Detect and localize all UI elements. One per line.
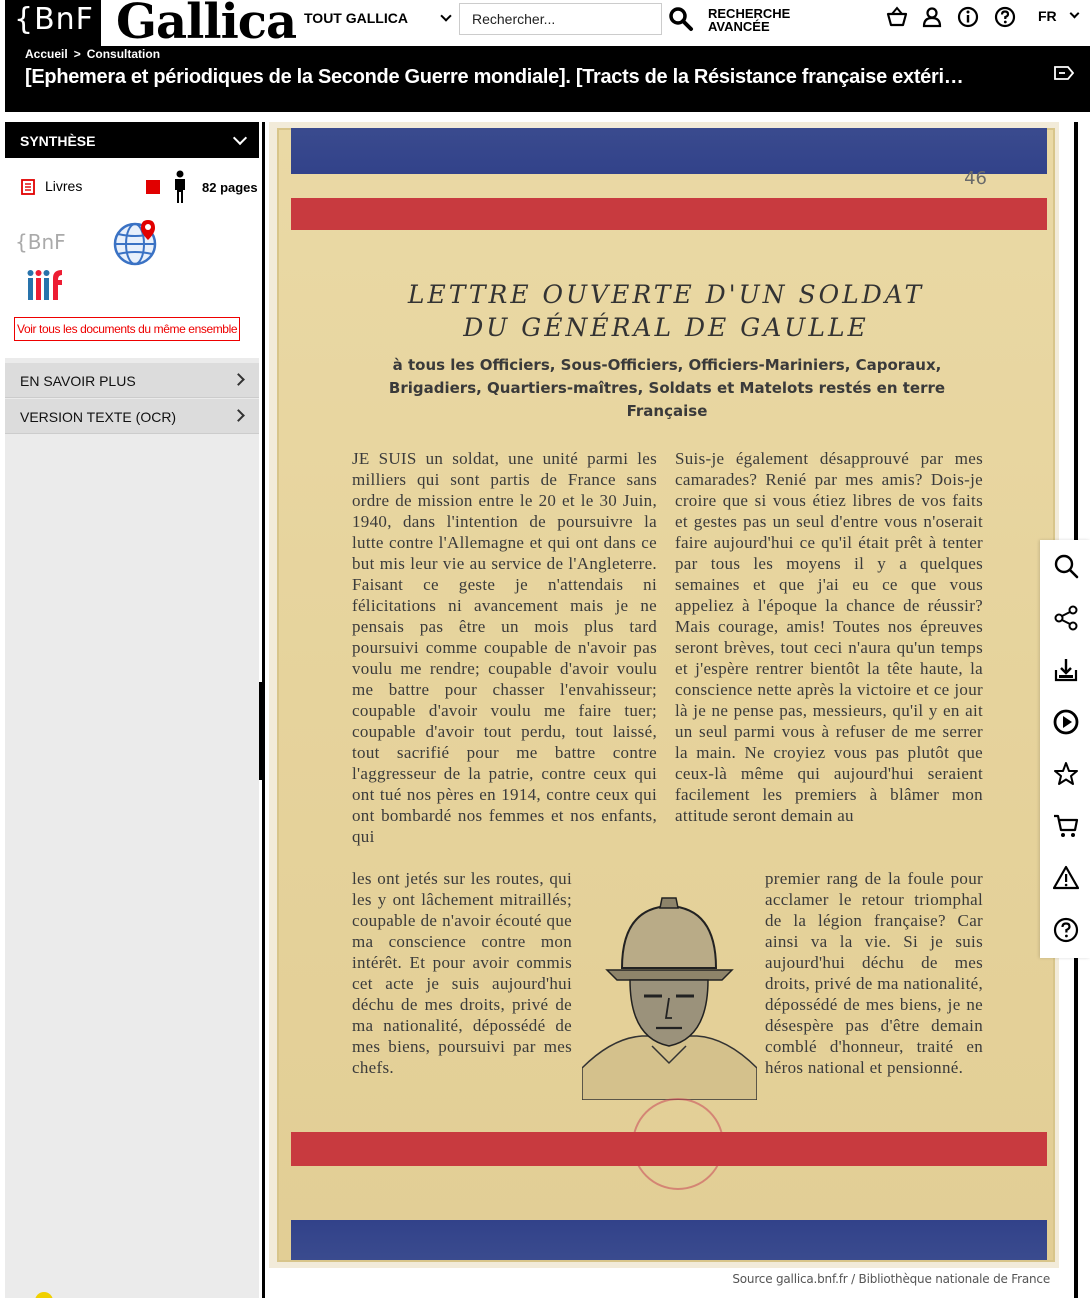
search-icon[interactable] — [1053, 553, 1079, 579]
page-image[interactable]: 46 LETTRE OUVERTE D'UN SOLDAT DU GÉNÉRAL… — [269, 122, 1059, 1268]
bnf-logo[interactable]: {BnF — [5, 0, 101, 46]
breadcrumb-home[interactable]: Accueil — [25, 47, 68, 61]
version-texte-label: VERSION TEXTE (OCR) — [20, 409, 177, 425]
help-icon[interactable] — [1053, 917, 1079, 943]
pencil-mark: 46 — [964, 168, 987, 189]
left-panel: SYNTHÈSE Livres 82 pages {BnF Voir tous … — [5, 122, 259, 1298]
tract-heading-line1: LETTRE OUVERTE D'UN SOLDAT — [407, 280, 925, 309]
star-icon[interactable] — [1053, 761, 1079, 787]
info-icon[interactable] — [957, 6, 979, 28]
synthese-header[interactable]: SYNTHÈSE — [5, 122, 259, 158]
breadcrumb-separator: > — [73, 47, 81, 61]
title-band: Accueil > Consultation [Ephemera et périod… — [5, 46, 1090, 112]
breadcrumb-current: Consultation — [86, 47, 161, 61]
chevron-down-icon — [1069, 8, 1080, 19]
blue-stripe-bottom — [291, 1220, 1047, 1260]
blue-stripe-top — [291, 128, 1047, 174]
document-viewer[interactable]: 46 LETTRE OUVERTE D'UN SOLDAT DU GÉNÉRAL… — [262, 122, 1078, 1298]
tract-subheading: à tous les Officiers, Sous-Officiers, Of… — [388, 356, 946, 420]
gallica-logo[interactable]: Gallica — [116, 0, 297, 50]
red-stripe-bottom — [291, 1132, 1047, 1166]
user-icon[interactable] — [921, 6, 943, 28]
advanced-search-link[interactable]: RECHERCHE AVANCÉE — [708, 7, 798, 33]
document-title: [Ephemera et périodiques de la Seconde G… — [25, 66, 964, 88]
version-texte-section[interactable]: VERSION TEXTE (OCR) — [5, 399, 259, 434]
scope-select[interactable]: TOUT GALLICA — [304, 10, 454, 32]
cart-icon[interactable] — [1053, 813, 1079, 839]
chevron-down-icon — [440, 10, 452, 22]
chevron-down-icon — [232, 130, 248, 146]
en-savoir-plus-section[interactable]: EN SAVOIR PLUS — [5, 363, 259, 398]
bnf-partner-logo: {BnF — [15, 230, 66, 254]
access-status-icon — [146, 180, 160, 194]
source-caption: Source gallica.bnf.fr / Bibliothèque nat… — [732, 1272, 1050, 1286]
same-set-link[interactable]: Voir tous les documents du même ensemble — [14, 317, 241, 341]
search-icon[interactable] — [668, 6, 694, 32]
advanced-search-line2: AVANCÉE — [708, 19, 770, 34]
tract-heading-line2: DU GÉNÉRAL DE GAULLE — [463, 313, 869, 342]
tract-column-right-lower: premier rang de la foule pour acclamer l… — [765, 869, 983, 1077]
scope-label: TOUT GALLICA — [304, 10, 408, 26]
red-stripe-top — [291, 198, 1047, 230]
breadcrumb: Accueil > Consultation — [25, 47, 166, 61]
book-icon — [21, 179, 35, 195]
globe-location-icon[interactable] — [113, 218, 163, 266]
person-icon — [175, 170, 185, 203]
search-input[interactable] — [459, 3, 662, 35]
language-select[interactable]: FR — [1038, 8, 1080, 24]
document-type-label: Livres — [45, 178, 83, 194]
download-icon[interactable] — [1053, 657, 1079, 683]
notification-dot[interactable] — [35, 1292, 53, 1298]
chevron-right-icon — [232, 409, 245, 422]
play-icon[interactable] — [1053, 709, 1079, 735]
help-icon[interactable] — [994, 6, 1016, 28]
tract-column-right: Suis-je également désapprouvé par mes ca… — [675, 449, 983, 825]
page-count: 82 pages — [202, 180, 258, 195]
top-header: {BnF Gallica TOUT GALLICA RECHERCHE AVAN… — [0, 0, 1090, 50]
soldier-portrait-illustration — [582, 897, 757, 1100]
warning-icon[interactable] — [1053, 865, 1079, 891]
share-icon[interactable] — [1053, 605, 1079, 631]
language-label: FR — [1038, 8, 1057, 24]
iiif-icon[interactable] — [26, 268, 66, 302]
tract-column-left-lower: les ont jetés sur les routes, qui les y … — [352, 869, 572, 1077]
tract-paper: 46 LETTRE OUVERTE D'UN SOLDAT DU GÉNÉRAL… — [277, 128, 1055, 1262]
tract-column-left: JE SUIS un soldat, une unité parmi les m… — [352, 449, 657, 846]
en-savoir-plus-label: EN SAVOIR PLUS — [20, 373, 136, 389]
synthese-body: Livres 82 pages {BnF Voir tous les docum… — [5, 158, 259, 358]
label-icon[interactable] — [1054, 66, 1074, 80]
right-toolbar — [1040, 540, 1090, 958]
synthese-label: SYNTHÈSE — [20, 133, 96, 149]
basket-icon[interactable] — [886, 6, 908, 28]
chevron-right-icon — [232, 373, 245, 386]
